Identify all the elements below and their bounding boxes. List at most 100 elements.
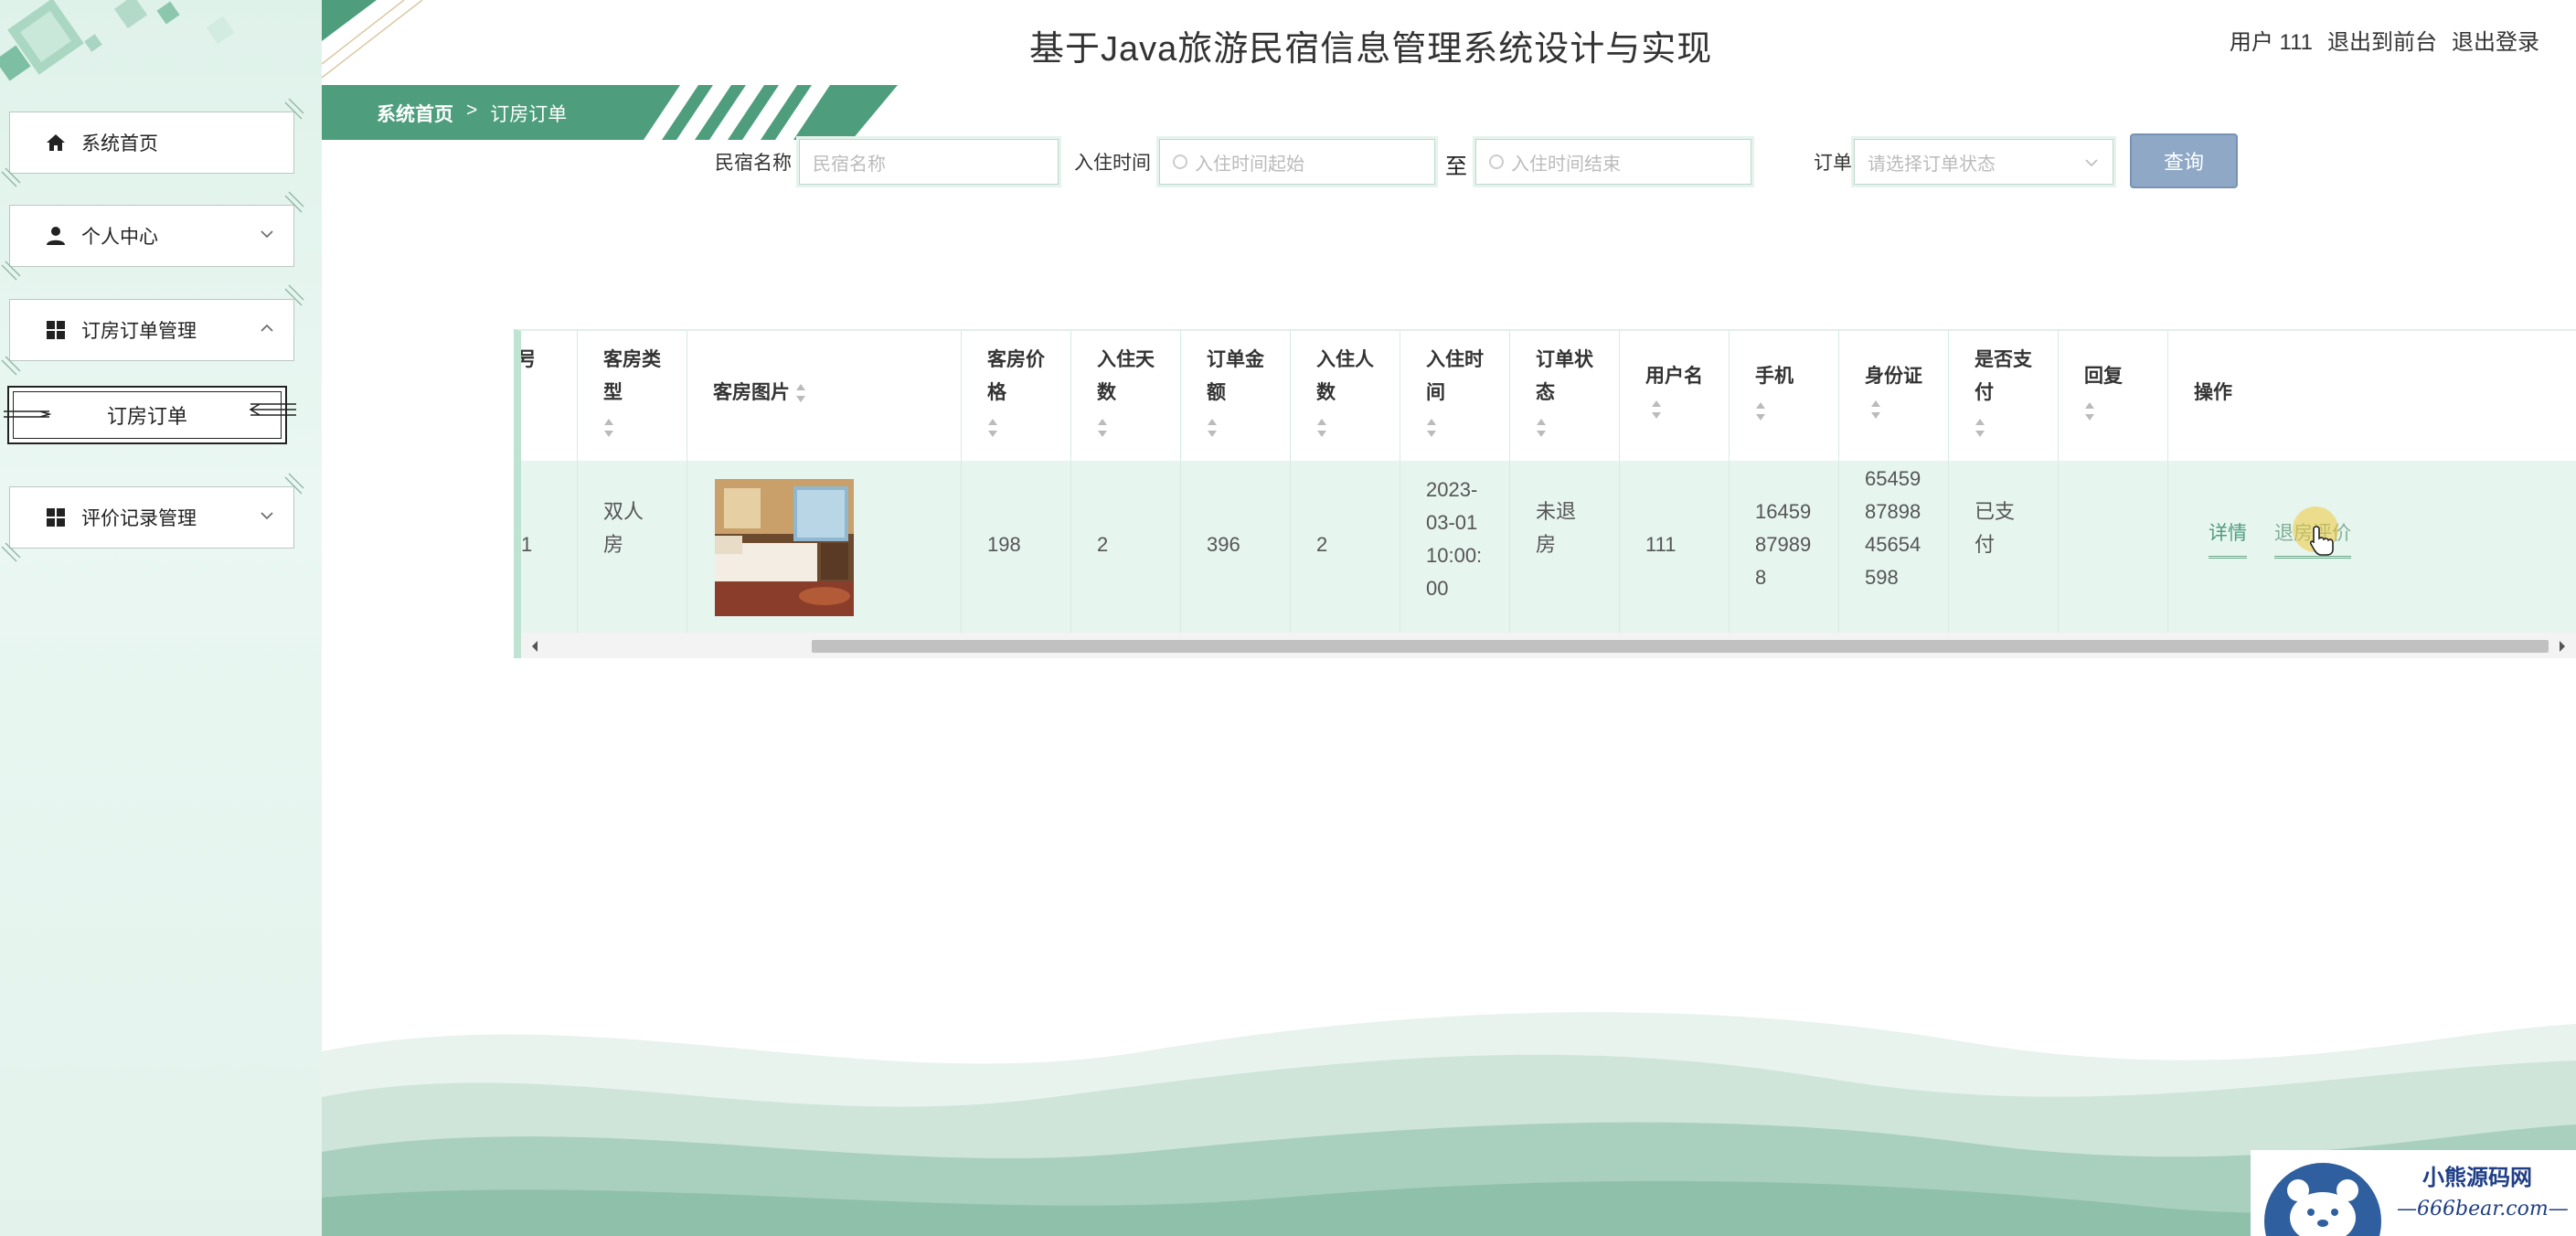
status-select[interactable]: 请选择订单状态 [1851,136,2116,187]
cell-text: 654598789845654598 [1865,467,1921,589]
table-cell: 1 [521,461,577,633]
table-cell [687,461,961,633]
column-username: 用户名 111 [1620,331,1730,633]
cell-text: 2023-03-01 10:00:00 [1426,478,1483,600]
detail-link[interactable]: 详情 [2209,517,2247,559]
to-label: 至 [1445,154,1467,179]
sort-icon[interactable] [2084,402,2095,421]
column-header[interactable]: 客房价格 [962,331,1070,461]
header-text: 客房类型 [603,349,661,403]
column-id-card: 身份证 654598789845654598 [1839,331,1949,633]
column-room-type: 客房类型 双人房 [578,331,687,633]
breadcrumb-home[interactable]: 系统首页 [377,100,453,127]
back-to-front-link[interactable]: 退出到前台 [2327,24,2437,56]
horizontal-scrollbar[interactable] [521,633,2576,658]
column-header[interactable]: 手机 [1730,331,1838,461]
header-text: 手机 [1755,366,1794,387]
header-text: 订单金额 [1207,349,1264,403]
column-reply: 回复 [2059,331,2168,633]
watermark-badge: 小熊源码网 —666bear.com— [2251,1150,2576,1236]
table-cell: 2 [1291,461,1400,633]
sort-icon[interactable] [1316,419,1327,437]
sort-icon[interactable] [603,419,614,437]
logout-link[interactable]: 退出登录 [2452,24,2539,56]
clock-icon [1489,154,1504,169]
table-cell: 198 [962,461,1070,633]
breadcrumb-current: 订房订单 [490,104,568,125]
sort-icon[interactable] [795,384,806,403]
cell-text: 111 [1645,533,1677,556]
table-cell: 未退房 [1510,461,1619,633]
sort-icon[interactable] [1755,402,1766,421]
header-text: 客房图片 [713,382,790,403]
column-header[interactable]: 入住人数 [1291,331,1400,461]
scroll-left-icon[interactable] [530,640,539,653]
breadcrumb: 系统首页 > 订房订单 [377,100,567,127]
column-checkin-time: 入住时间 2023-03-01 10:00:00 [1400,331,1510,633]
status-placeholder: 请选择订单状态 [1868,154,1996,175]
sort-icon[interactable] [1097,419,1108,437]
header-text: 入住时间 [1426,349,1484,403]
checkin-start-input[interactable]: 入住时间起始 [1156,136,1438,187]
column-status: 订单状态 未退房 [1510,331,1620,633]
header-corner-decoration [322,0,423,79]
orders-table: 号 1 客房类型 双人房 客房图片 [514,329,2576,658]
badge-title: 小熊源码网 [2422,1166,2532,1190]
table-cell: 111 [1620,461,1729,633]
homestay-input[interactable]: 民宿名称 [796,136,1061,187]
column-header[interactable]: 客房图片 [687,331,961,461]
hand-cursor-icon [2309,526,2334,556]
header-text: 入住天数 [1097,349,1155,403]
homestay-label: 民宿名称 [715,153,792,174]
header-text: 身份证 [1865,366,1922,387]
checkin-end-input[interactable]: 入住时间结束 [1473,136,1754,187]
breadcrumb-separator: > [466,100,478,121]
cell-text: 双人房 [603,500,644,556]
column-header[interactable]: 入住时间 [1400,331,1509,461]
table-cell: 2 [1071,461,1180,633]
cell-text: 2 [1316,533,1328,556]
sort-icon[interactable] [1870,400,1881,420]
sort-icon[interactable] [1536,419,1547,437]
column-header[interactable]: 订单状态 [1510,331,1619,461]
column-partial: 号 1 [521,331,578,633]
sidebar: 系统首页 个人中心 订房订单管理 订房订单 评价记录管理 [0,0,322,1236]
checkin-label: 入住时间 [1074,153,1151,174]
column-room-price: 客房价格 198 [962,331,1071,633]
column-header[interactable]: 订单金额 [1181,331,1290,461]
column-header[interactable]: 客房类型 [578,331,687,461]
wave-background [322,1012,2576,1236]
header-text: 订单状态 [1536,349,1593,403]
page-title: 基于Java旅游民宿信息管理系统设计与实现 [1029,30,1713,69]
header-text: 是否支付 [1975,349,2032,403]
column-phone: 手机 16459879898 [1730,331,1839,633]
sort-icon[interactable] [1207,419,1218,437]
sort-icon[interactable] [1651,400,1662,420]
homestay-placeholder: 民宿名称 [813,154,886,175]
header-links: 用户 111 退出到前台 退出登录 [2230,24,2539,56]
chevron-down-icon [2085,159,2098,167]
header-text: 用户名 [1645,366,1703,387]
column-paid: 是否支付 已支付 [1949,331,2059,633]
table-cell: 16459879898 [1730,461,1838,633]
column-header[interactable]: 入住天数 [1071,331,1180,461]
column-header[interactable]: 身份证 [1839,331,1948,461]
header-text: 入住人数 [1316,349,1374,403]
sort-icon[interactable] [987,419,998,437]
header-text: 操作 [2194,382,2232,403]
cell-text: 16459879898 [1755,500,1812,589]
column-header[interactable]: 是否支付 [1949,331,2058,461]
sort-icon[interactable] [1426,419,1437,437]
query-button[interactable]: 查询 [2130,133,2238,188]
scroll-thumb[interactable] [812,640,2549,653]
checkin-end-placeholder: 入住时间结束 [1511,154,1621,175]
column-people: 入住人数 2 [1291,331,1400,633]
sort-icon[interactable] [1975,419,1985,437]
column-header[interactable]: 回复 [2059,331,2167,461]
table-cell [2059,461,2167,633]
column-amount: 订单金额 396 [1181,331,1291,633]
column-header[interactable]: 用户名 [1620,331,1729,461]
scroll-right-icon[interactable] [2558,640,2567,653]
room-image [715,479,854,616]
cell-text: 2 [1097,533,1109,556]
